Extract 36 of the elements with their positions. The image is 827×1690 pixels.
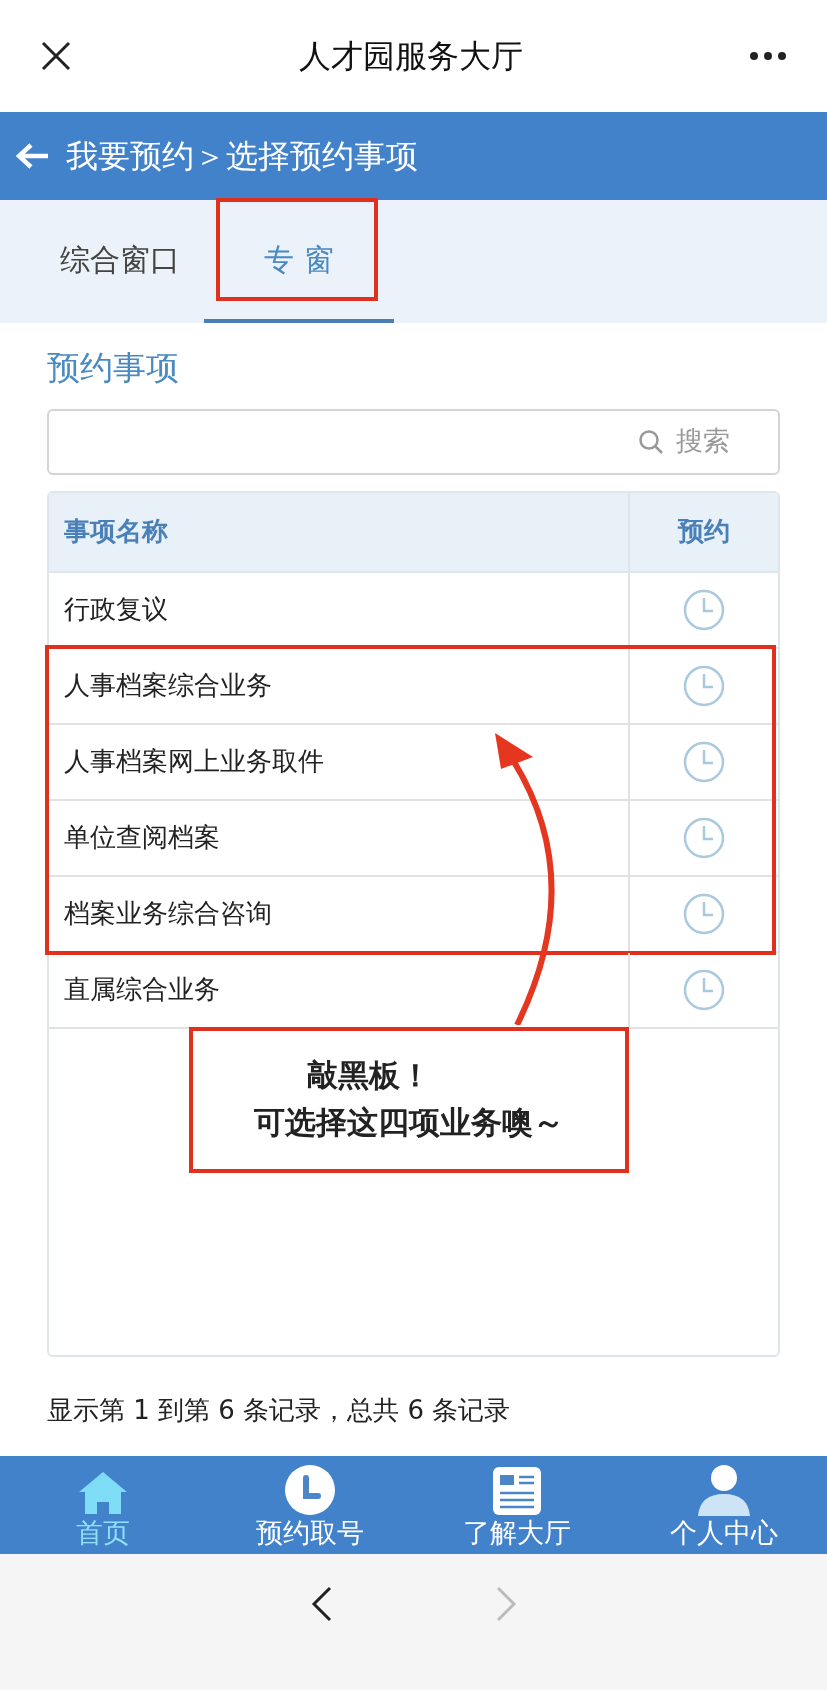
nav-item[interactable]: 预约取号 xyxy=(206,1456,414,1554)
clock-icon[interactable] xyxy=(682,815,726,860)
table-cell-text: 人事档案网上业务取件 xyxy=(63,745,325,778)
record-count: 显示第 1 到第 6 条记录，总共 6 条记录 xyxy=(47,1393,512,1427)
section-title: 预约事项 xyxy=(47,347,180,389)
table-cell-text: 行政复议 xyxy=(63,593,169,626)
clock-icon[interactable] xyxy=(682,739,726,784)
column-header: 事项名称 xyxy=(63,515,169,548)
search-field[interactable]: 搜索 xyxy=(47,408,780,475)
callout-text: 敲黑板！ xyxy=(307,1057,432,1095)
table-cell-text: 直属综合业务 xyxy=(63,973,221,1006)
nav-item[interactable]: 个人中心 xyxy=(620,1456,827,1554)
window-title: 人才园服务大厅 xyxy=(298,36,523,77)
clock-icon[interactable] xyxy=(682,967,726,1012)
callout-text: 可选择这四项业务噢～ xyxy=(254,1103,564,1142)
table-cell-text: 单位查阅档案 xyxy=(63,821,221,854)
clock-icon xyxy=(284,1464,337,1517)
document-icon xyxy=(491,1466,542,1517)
clock-icon[interactable] xyxy=(682,891,726,936)
more-icon[interactable] xyxy=(749,51,787,61)
table-cell-text: 档案业务综合咨询 xyxy=(63,897,273,930)
column-header: 预约 xyxy=(628,492,778,571)
clock-icon[interactable] xyxy=(682,663,726,708)
nav-item[interactable]: 了解大厅 xyxy=(413,1456,621,1554)
clock-icon[interactable] xyxy=(682,587,726,632)
back-arrow-icon[interactable] xyxy=(16,142,50,170)
close-icon[interactable] xyxy=(40,40,72,72)
nav-item[interactable]: 首页 xyxy=(0,1456,207,1554)
back-icon[interactable] xyxy=(309,1584,334,1624)
tab[interactable]: 专 窗 xyxy=(204,200,394,323)
tab[interactable]: 综合窗口 xyxy=(40,200,200,323)
person-icon xyxy=(695,1464,752,1517)
breadcrumb: 我要预约＞选择预约事项 xyxy=(66,136,418,177)
table-cell-text: 人事档案综合业务 xyxy=(63,669,273,702)
search-icon xyxy=(638,428,664,455)
search-input[interactable]: 搜索 xyxy=(676,421,746,462)
